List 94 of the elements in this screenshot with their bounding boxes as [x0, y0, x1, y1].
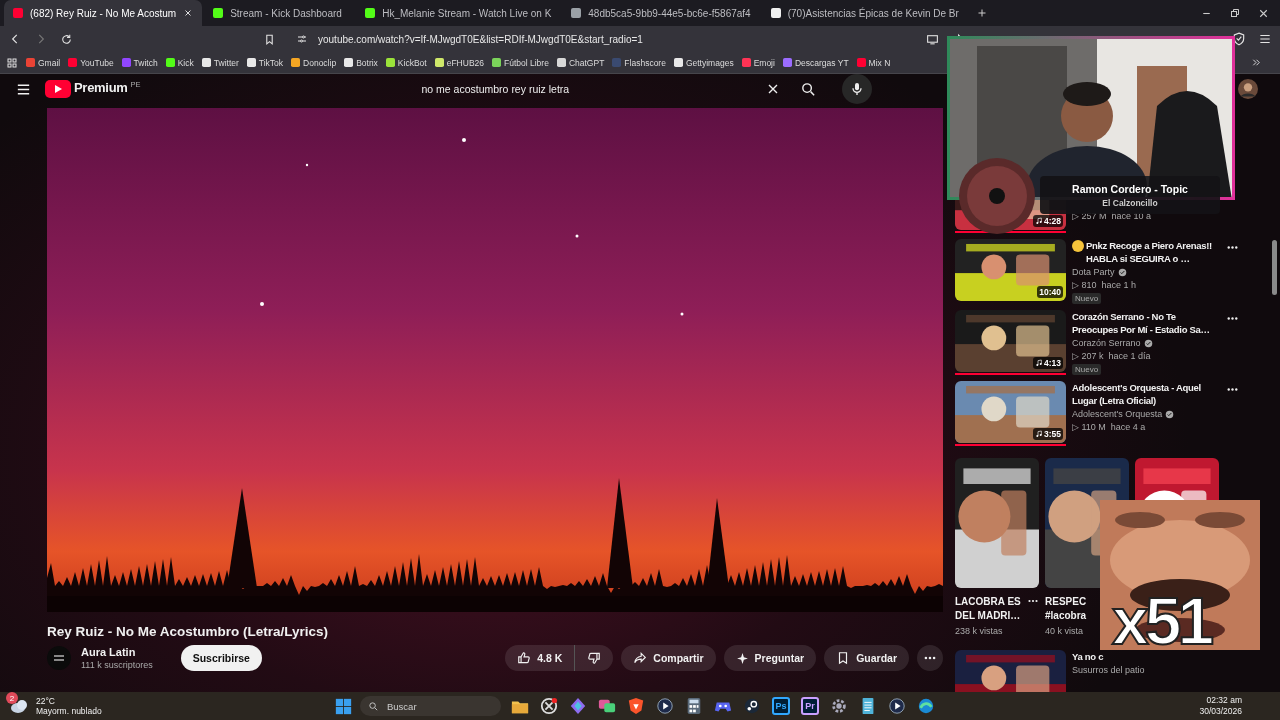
notification-badge: 2 [6, 692, 18, 704]
apps-grid-icon[interactable] [6, 56, 18, 69]
bookmark-link[interactable]: ChatGPT [556, 57, 605, 68]
bookmark-link[interactable]: Twitch [121, 57, 158, 68]
browser-tab[interactable]: Hk_Melanie Stream - Watch Live on K [356, 0, 561, 26]
video-title[interactable]: Pnkz Recoge a Piero Arenas!! HABLA si SEGUIRA o … [1086, 239, 1220, 265]
video-title[interactable]: Ya no c [1072, 650, 1220, 663]
temperature: 22°C [36, 696, 56, 706]
view-count: 238 k vistas [955, 626, 1004, 636]
subscribe-button[interactable]: Suscribirse [180, 645, 262, 671]
video-title[interactable]: Corazón Serrano - No Te Preocupes Por Mí - Estadio Sa… [1072, 310, 1220, 336]
video-meta: ▷ 207 k hace 1 día [1072, 350, 1152, 363]
bookmark-link[interactable]: Twitter [201, 57, 239, 68]
browser-tab[interactable]: (682) Rey Ruiz - No Me Acostum [4, 0, 203, 26]
video-title[interactable]: Adolescent's Orquesta - Aquel Lugar (Letra Oficial) [1072, 381, 1220, 407]
duration-text: 4:28 [1044, 216, 1061, 226]
scrollbar-thumb[interactable] [1271, 240, 1277, 295]
search-field[interactable]: no me acostumbro rey ruiz letra [411, 76, 752, 102]
bookmark-link[interactable]: YouTube [68, 57, 114, 68]
bookmark-link[interactable]: Emoji [741, 57, 775, 68]
browser-tab[interactable]: (70)Asistencias Épicas de Kevin De Br [761, 0, 968, 26]
alert-multiplier: x51 [1112, 594, 1211, 648]
search-field[interactable]: Buscar [360, 696, 501, 716]
channel-name: Susurros del patio [1072, 664, 1145, 677]
windows-start-icon[interactable] [335, 697, 352, 715]
channel-avatar-icon[interactable] [47, 646, 71, 670]
bookmark-link[interactable]: Kick [165, 57, 194, 68]
video-meta: ▷ 110 M hace 4 a [1072, 421, 1147, 434]
logo-text[interactable]: Premium [74, 80, 128, 95]
search-icon [800, 80, 817, 98]
clock-date: 30/03/2026 [1199, 706, 1242, 717]
app-icon[interactable]: Ps [772, 697, 790, 715]
bookmark-link[interactable]: Fútbol Libre [492, 57, 549, 68]
menu-icon[interactable] [1258, 32, 1272, 46]
bookmark-link[interactable]: Flashscore [612, 57, 666, 68]
save-button[interactable]: Guardar [824, 645, 909, 671]
thumbs-up-icon [517, 651, 532, 665]
thumbs-down-icon [587, 651, 602, 665]
voice-search-button[interactable] [841, 74, 872, 104]
more-button[interactable] [917, 645, 943, 671]
browser-tab[interactable]: Stream - Kick Dashboard [204, 0, 355, 26]
weather-condition: Mayorm. nublado [36, 706, 102, 716]
calculator-icon[interactable] [685, 697, 703, 715]
bookmark-icon[interactable] [263, 32, 276, 46]
channel-name: Adolescent's Orquesta [1072, 408, 1163, 421]
channel-name: Dota Party [1072, 266, 1115, 279]
chat-icon[interactable] [598, 697, 616, 715]
channel-name[interactable]: Aura Latin [81, 646, 153, 658]
bookmark-link[interactable]: TikTok [246, 57, 284, 68]
share-button[interactable]: Compartir [621, 645, 716, 671]
more-bookmarks-icon[interactable] [1251, 57, 1262, 68]
shield-icon[interactable] [1232, 32, 1246, 46]
app-icon[interactable]: Pr [801, 697, 819, 715]
new-badge: Nuevo [1072, 293, 1102, 304]
close-icon[interactable] [183, 8, 194, 18]
ask-button[interactable]: Preguntar [723, 645, 817, 671]
reload-icon[interactable] [60, 32, 73, 46]
bookmark-link[interactable]: Descargas YT [782, 57, 849, 68]
play-circle-icon[interactable] [888, 697, 906, 715]
gear-icon[interactable] [830, 697, 848, 715]
search-icon [368, 700, 379, 712]
song-artist: El Calzoncillo [1102, 197, 1158, 208]
bookmark-link[interactable]: Donoclip [291, 57, 337, 68]
share-icon [633, 651, 648, 665]
play-circle-icon[interactable] [656, 697, 674, 715]
short-title[interactable]: RESPEC #lacobra [1045, 595, 1095, 623]
duration-text: 10:40 [1039, 287, 1061, 297]
video-meta: ▷ 257 M hace 10 a [1072, 210, 1153, 223]
screen-icon[interactable] [926, 32, 939, 46]
bookmark-link[interactable]: Mix N [856, 57, 891, 68]
short-title[interactable]: LACOBRA ES DEL MADRI… [955, 595, 1025, 623]
bookmark-link[interactable]: eFHUB26 [434, 57, 484, 68]
cloud-icon [10, 698, 30, 714]
new-badge: Nuevo [1072, 364, 1102, 375]
subscriber-count: 111 k suscriptores [81, 660, 153, 670]
bookmark-link[interactable]: Gettyimages [673, 57, 734, 68]
bookmark-link[interactable]: KickBot [385, 57, 427, 68]
wave-icon[interactable] [917, 697, 935, 715]
duration-text: 4:13 [1044, 358, 1061, 368]
avatar-icon[interactable] [1238, 79, 1258, 99]
bookmark-link[interactable]: Gmail [26, 57, 61, 68]
channel-name: Corazón Serrano [1072, 337, 1141, 350]
play-logo-icon[interactable] [45, 80, 71, 98]
diamond-app-icon[interactable] [569, 697, 587, 715]
duration-text: 3:55 [1044, 429, 1061, 439]
sparkle-icon [735, 651, 749, 665]
video-title: Rey Ruiz - No Me Acostumbro (Letra/Lyrics) [47, 624, 330, 639]
restore-icon[interactable] [1229, 7, 1241, 19]
view-count: 40 k vista [1045, 626, 1085, 636]
browser-tab[interactable]: 48db5ca5-9bb9-44e5-bc6e-f5867af4 [562, 0, 760, 26]
video-meta: ▷ 810 hace 1 h [1072, 279, 1138, 292]
clock-time: 02:32 am [1206, 695, 1242, 706]
site-settings-icon[interactable] [296, 33, 308, 45]
bookmark-link[interactable]: Botrix [344, 57, 378, 68]
